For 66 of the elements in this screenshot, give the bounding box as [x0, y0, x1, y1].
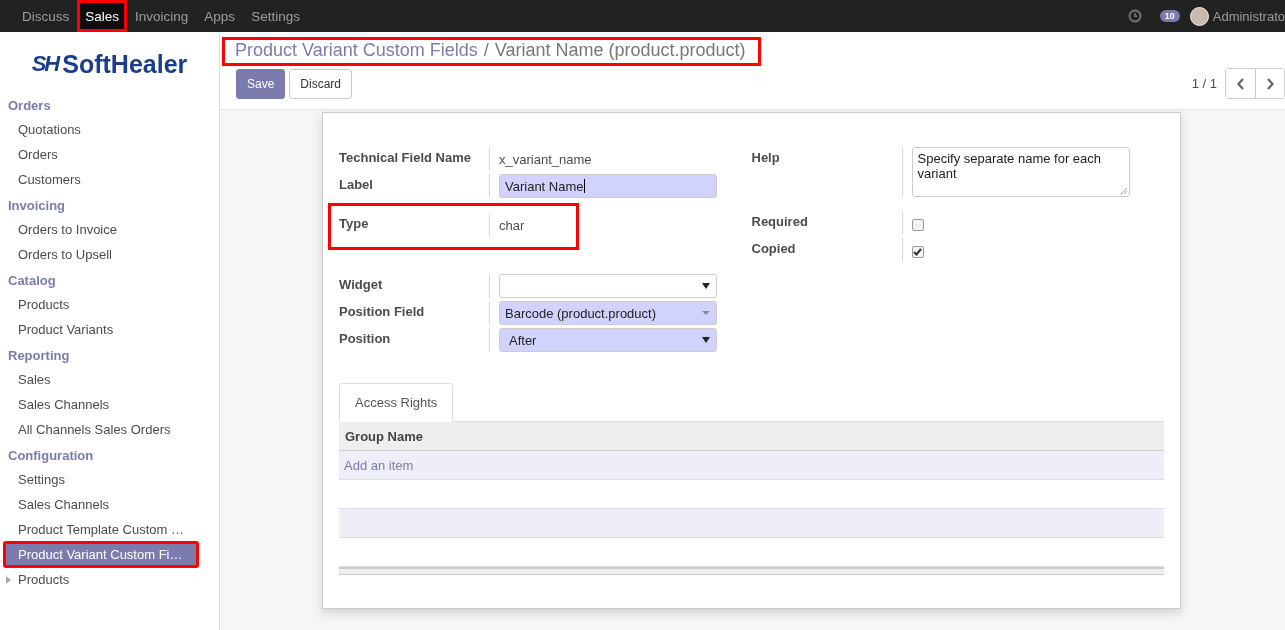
chevron-left-icon — [1236, 77, 1245, 90]
column-header: Group Name — [345, 428, 423, 444]
sidebar-item[interactable]: Product Template Custom … — [0, 517, 219, 542]
messages-badge[interactable]: 10 — [1159, 10, 1180, 22]
sidebar-item[interactable]: Products — [0, 567, 219, 592]
field-label: Label — [339, 176, 374, 192]
select-field[interactable] — [499, 274, 717, 298]
logo-text: SoftHealer — [62, 49, 188, 79]
relation-field[interactable]: Barcode (product.product) — [499, 301, 717, 325]
save-button[interactable]: Save — [236, 68, 286, 99]
sidebar-item[interactable]: Sales Channels — [0, 492, 219, 517]
resize-grip-icon[interactable] — [1120, 188, 1127, 194]
add-item-link[interactable]: Add an item — [344, 457, 414, 473]
label-input[interactable]: Variant Name — [499, 174, 717, 198]
sidebar-item[interactable]: Settings — [0, 467, 219, 492]
field-label: Widget — [339, 276, 384, 292]
field-value: x_variant_name — [499, 151, 593, 167]
menu-section-title: Reporting — [7, 347, 71, 365]
field-value: char — [499, 217, 526, 233]
logo-mark: SH — [31, 51, 59, 77]
sidebar-item[interactable]: Product Variant Custom Fi… — [4, 542, 198, 567]
sidebar-item[interactable]: Orders — [0, 142, 219, 167]
expand-triangle-icon[interactable] — [6, 575, 11, 584]
field-label: Copied — [751, 240, 797, 256]
pager-value: 1 / 1 — [1191, 76, 1217, 91]
field-label: Position — [339, 330, 392, 346]
menu-section-title: Catalog — [7, 272, 57, 290]
chevron-right-icon — [1266, 77, 1274, 90]
discard-button[interactable]: Discard — [289, 68, 353, 99]
sidebar-item[interactable]: Products — [0, 292, 219, 317]
sidebar-item[interactable]: All Channels Sales Orders — [0, 417, 219, 442]
avatar-icon[interactable] — [1189, 6, 1209, 26]
sidebar-item[interactable]: Orders to Invoice — [0, 217, 219, 242]
sidebar-item[interactable]: Orders to Upsell — [0, 242, 219, 267]
app-menu-link[interactable]: Settings — [243, 0, 308, 32]
menu-section-title: Orders — [7, 97, 52, 115]
menu-section-title: Configuration — [7, 447, 95, 465]
dropdown-arrow-icon — [702, 283, 710, 289]
checkbox[interactable] — [911, 246, 924, 258]
select-field[interactable]: After — [499, 328, 717, 352]
app-menu-link[interactable]: Invoicing — [127, 0, 197, 32]
sidebar-item[interactable]: Quotations — [0, 117, 219, 142]
breadcrumb-separator: / — [483, 40, 489, 61]
sidebar-item[interactable]: Product Variants — [0, 317, 219, 342]
dropdown-arrow-icon — [702, 311, 710, 315]
field-label: Help — [751, 149, 781, 165]
field-label: Required — [751, 213, 809, 229]
notebook-tab[interactable]: Access Rights — [339, 383, 454, 422]
field-label: Position Field — [339, 303, 426, 319]
sidebar-item[interactable]: Customers — [0, 167, 219, 192]
sidebar-item[interactable]: Sales — [0, 367, 219, 392]
breadcrumb-link[interactable]: Product Variant Custom Fields — [235, 40, 478, 61]
breadcrumb-current: Variant Name (product.product) — [494, 40, 746, 61]
help-textarea[interactable]: Specify separate name for each variant — [911, 147, 1130, 197]
checkbox[interactable] — [911, 219, 924, 231]
field-label: Technical Field Name — [339, 149, 472, 165]
app-menu-link[interactable]: Sales — [77, 0, 128, 32]
next-button[interactable] — [1255, 69, 1284, 98]
user-name[interactable]: Administrato — [1212, 8, 1285, 24]
menu-section-title: Invoicing — [7, 197, 67, 215]
clock-icon[interactable] — [1127, 9, 1142, 23]
sidebar-item[interactable]: Sales Channels — [0, 392, 219, 417]
app-menu-link[interactable]: Discuss — [14, 0, 78, 32]
app-menu-link[interactable]: Apps — [196, 0, 244, 32]
dropdown-arrow-icon — [702, 337, 710, 343]
field-label: Type — [339, 215, 370, 231]
